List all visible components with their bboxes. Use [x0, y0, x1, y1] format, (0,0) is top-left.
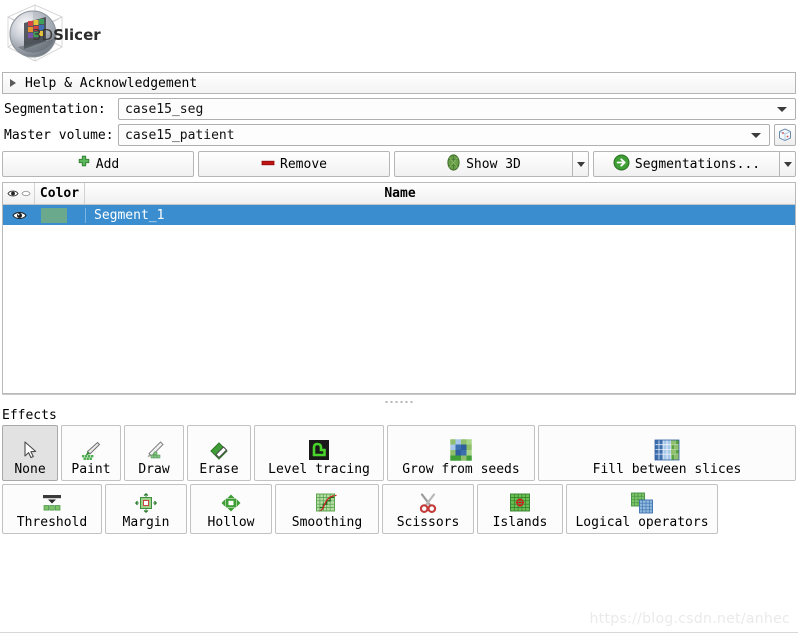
effects-panel: None Paint Draw Erase Level tracing Grow… — [2, 425, 796, 534]
panel-splitter[interactable] — [0, 394, 798, 406]
logical-operators-icon — [630, 491, 654, 515]
islands-grid-icon — [509, 491, 531, 515]
add-button-label: Add — [95, 156, 120, 172]
green-plus-icon — [77, 155, 91, 173]
help-acknowledgement-section[interactable]: Help & Acknowledgement — [2, 72, 796, 94]
master-volume-row: Master volume: case15_patient — [2, 124, 796, 146]
effect-level-tracing-button[interactable]: Level tracing — [254, 425, 384, 481]
master-volume-label: Master volume: — [4, 127, 114, 143]
show-3d-button[interactable]: Show 3D — [394, 151, 572, 177]
effect-fill-between-slices-button[interactable]: Fill between slices — [538, 425, 796, 481]
effect-threshold-label: Threshold — [16, 515, 88, 530]
red-minus-icon — [261, 157, 275, 172]
app-title-prefix: 3D — [32, 26, 54, 44]
smoothing-grid-icon — [315, 491, 339, 515]
level-tracing-icon — [308, 438, 330, 462]
paintbrush-icon — [80, 438, 102, 462]
effect-scissors-button[interactable]: Scissors — [382, 484, 474, 534]
effects-row-2: Threshold Margin Hollow Smoothing Scisso… — [2, 484, 796, 534]
pencil-draw-icon — [142, 438, 166, 462]
effect-none-label: None — [14, 462, 46, 477]
segmentation-combobox[interactable]: case15_seg — [118, 98, 796, 120]
chevron-down-icon — [783, 161, 792, 167]
visibility-column-header[interactable] — [3, 183, 35, 204]
segmentations-button[interactable]: Segmentations... — [593, 151, 779, 177]
effect-margin-button[interactable]: Margin — [105, 484, 187, 534]
segment-color-swatch[interactable] — [35, 207, 85, 223]
effect-logical-operators-label: Logical operators — [575, 515, 709, 530]
color-column-header[interactable]: Color — [35, 183, 85, 204]
effects-section-label: Effects — [2, 408, 57, 423]
app-title: 3DSlicer — [32, 26, 101, 44]
eye-icon — [11, 211, 27, 219]
eye-icon — [6, 190, 19, 197]
effect-scissors-label: Scissors — [396, 515, 460, 530]
segment-visibility-toggle[interactable] — [3, 210, 35, 221]
table-header-row: Color Name — [3, 183, 795, 205]
app-title-suffix: Slicer — [53, 26, 101, 44]
effect-grow-from-seeds-button[interactable]: Grow from seeds — [387, 425, 535, 481]
effect-draw-button[interactable]: Draw — [124, 425, 184, 481]
table-row[interactable]: Segment_1 — [3, 205, 795, 225]
margin-icon — [135, 491, 157, 515]
effect-none-button[interactable]: None — [2, 425, 58, 481]
effect-draw-label: Draw — [138, 462, 170, 477]
effect-islands-label: Islands — [492, 515, 548, 530]
green-surface-icon — [446, 153, 461, 175]
segmentation-label: Segmentation: — [4, 101, 106, 117]
segment-table: Color Name Segment_1 — [2, 182, 796, 394]
effect-paint-label: Paint — [71, 462, 111, 477]
effect-smoothing-button[interactable]: Smoothing — [275, 484, 379, 534]
app-header: 3DSlicer — [0, 0, 798, 72]
effect-paint-button[interactable]: Paint — [61, 425, 121, 481]
effect-level-tracing-label: Level tracing — [268, 462, 370, 477]
effect-erase-label: Erase — [199, 462, 239, 477]
effect-fill-between-slices-label: Fill between slices — [592, 462, 742, 477]
master-volume-value: case15_patient — [125, 127, 235, 143]
remove-button[interactable]: Remove — [198, 151, 390, 177]
effect-hollow-button[interactable]: Hollow — [190, 484, 272, 534]
watermark-text: https://blog.csdn.net/anhec — [589, 611, 790, 627]
effect-margin-label: Margin — [122, 515, 170, 530]
help-acknowledgement-label: Help & Acknowledgement — [25, 75, 198, 91]
show-3d-split-button: Show 3D — [394, 151, 589, 177]
master-volume-combobox[interactable]: case15_patient — [118, 124, 770, 146]
cursor-arrow-icon — [20, 438, 40, 462]
fill-slices-grid-icon — [654, 438, 680, 462]
effect-threshold-button[interactable]: Threshold — [2, 484, 102, 534]
green-arrow-circle-icon — [613, 154, 630, 175]
add-button[interactable]: Add — [2, 151, 194, 177]
effect-logical-operators-button[interactable]: Logical operators — [566, 484, 718, 534]
volume-box-icon[interactable] — [774, 124, 796, 146]
segmentation-value: case15_seg — [125, 101, 204, 117]
remove-button-label: Remove — [280, 156, 327, 172]
chevron-down-icon — [751, 132, 761, 138]
show-3d-button-label: Show 3D — [466, 156, 521, 172]
segmentations-split-button: Segmentations... — [593, 151, 796, 177]
segmentation-row: Segmentation: case15_seg — [2, 98, 796, 120]
eye-closed-icon — [20, 190, 31, 197]
effect-hollow-label: Hollow — [207, 515, 255, 530]
segmentations-button-label: Segmentations... — [634, 156, 761, 172]
splitter-dots-icon — [385, 401, 413, 403]
threshold-icon — [41, 491, 63, 515]
segment-name[interactable]: Segment_1 — [85, 207, 795, 223]
effect-islands-button[interactable]: Islands — [477, 484, 563, 534]
name-column-header[interactable]: Name — [85, 186, 795, 201]
show-3d-dropdown-button[interactable] — [572, 151, 589, 177]
chevron-down-icon — [576, 161, 585, 167]
chevron-down-icon — [777, 106, 787, 112]
segmentations-dropdown-button[interactable] — [779, 151, 796, 177]
hollow-icon — [220, 491, 242, 515]
effect-grow-from-seeds-label: Grow from seeds — [402, 462, 520, 477]
effect-smoothing-label: Smoothing — [291, 515, 363, 530]
effect-erase-button[interactable]: Erase — [187, 425, 251, 481]
eraser-icon — [208, 438, 230, 462]
grow-seeds-grid-icon — [449, 438, 473, 462]
scissors-icon — [417, 491, 439, 515]
triangle-right-icon — [10, 79, 16, 87]
effects-row-1: None Paint Draw Erase Level tracing Grow… — [2, 425, 796, 481]
segment-actions-toolbar: Add Remove Show 3D Segmentations... — [2, 151, 796, 177]
